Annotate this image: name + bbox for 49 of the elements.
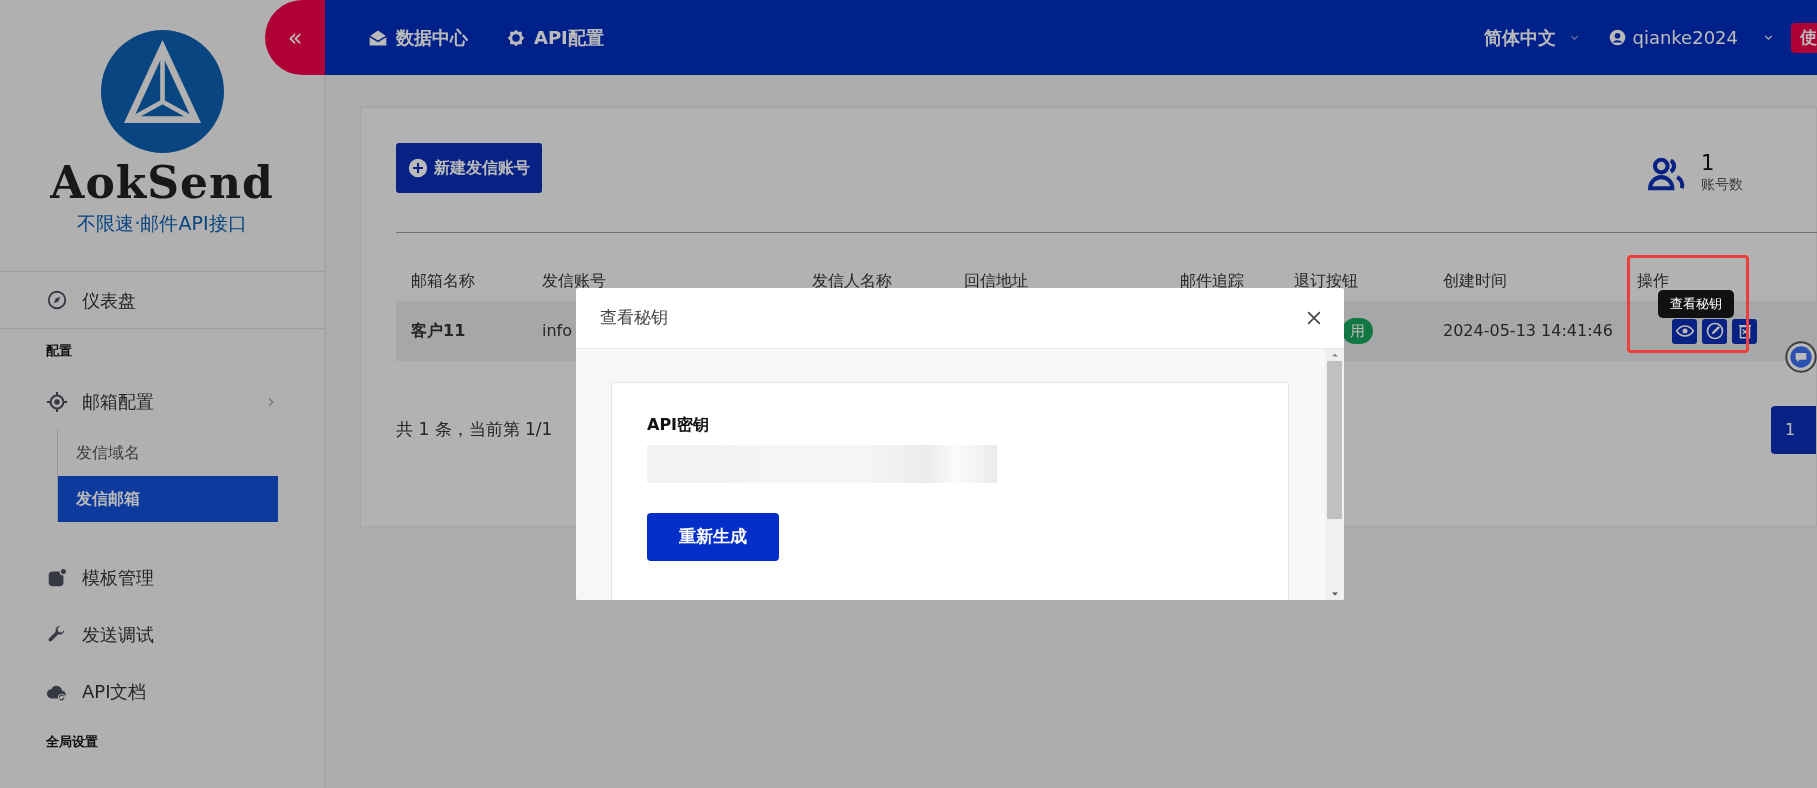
header-nav-link[interactable]: 数据中心 <box>368 24 468 51</box>
section-heading: 配置 <box>45 342 73 361</box>
sidebar-subitem[interactable]: 发信域名 <box>58 430 278 476</box>
stat-label: 账号数 <box>1701 175 1743 194</box>
brand-name: AokSend <box>50 161 274 205</box>
tooltip: 查看秘钥 <box>1658 290 1734 318</box>
header-button[interactable]: 使 <box>1791 22 1817 53</box>
target-icon <box>46 390 68 413</box>
sidebar-item[interactable]: 邮箱配置 <box>0 373 324 430</box>
table-cell-text: 2024-05-13 14:41:46 <box>1443 320 1613 342</box>
user-icon <box>1609 29 1627 46</box>
modal-title: 查看秘钥 <box>600 306 668 330</box>
gear-icon <box>506 27 526 48</box>
view-key-button[interactable] <box>1672 318 1697 344</box>
logo-icon <box>100 30 224 153</box>
stat-value: 1 <box>1701 153 1716 174</box>
collapse-button[interactable]: « <box>265 0 325 75</box>
language-selector[interactable]: 简体中文 <box>1484 24 1582 51</box>
column-header: 邮件追踪 <box>1179 270 1245 292</box>
table-cell-text: info <box>542 320 572 342</box>
column-header: 回信地址 <box>963 270 1029 292</box>
column-header: 发信账号 <box>541 270 607 292</box>
header-nav-link[interactable]: API配置 <box>506 24 604 51</box>
page-button[interactable]: 1 <box>1771 406 1816 454</box>
user-menu[interactable]: qianke2024 <box>1609 24 1775 51</box>
users-icon <box>1647 155 1685 193</box>
plus-icon <box>408 158 428 178</box>
field-label: API密钥 <box>647 414 711 436</box>
status-badge: 用 <box>1342 317 1373 345</box>
column-header: 发信人名称 <box>811 270 893 292</box>
sidebar-item[interactable]: API文档 <box>0 663 324 720</box>
sidebar-item[interactable]: 发送调试 <box>0 606 324 663</box>
sidebar-item[interactable]: 模板管理 <box>0 549 324 606</box>
column-header: 邮箱名称 <box>410 270 476 292</box>
template-icon <box>46 566 68 589</box>
pagination-summary: 共 1 条，当前第 1/1 <box>396 418 553 442</box>
compass-icon <box>46 289 68 311</box>
new-account-button[interactable]: 新建发信账号 <box>396 143 542 193</box>
sidebar-item[interactable]: 仪表盘 <box>0 272 324 329</box>
column-header: 操作 <box>1636 270 1670 292</box>
scrollbar[interactable] <box>1325 349 1344 600</box>
column-header: 退订按钮 <box>1293 270 1359 292</box>
column-header: 创建时间 <box>1442 270 1508 292</box>
chat-icon[interactable] <box>1785 341 1817 373</box>
section-heading: 全局设置 <box>45 733 99 752</box>
brand-tagline: 不限速·邮件API接口 <box>77 211 247 236</box>
regenerate-button[interactable]: 重新生成 <box>647 513 779 561</box>
sidebar-subitem[interactable]: 发信邮箱 <box>58 476 278 522</box>
table-cell-text: 客户11 <box>411 320 466 342</box>
